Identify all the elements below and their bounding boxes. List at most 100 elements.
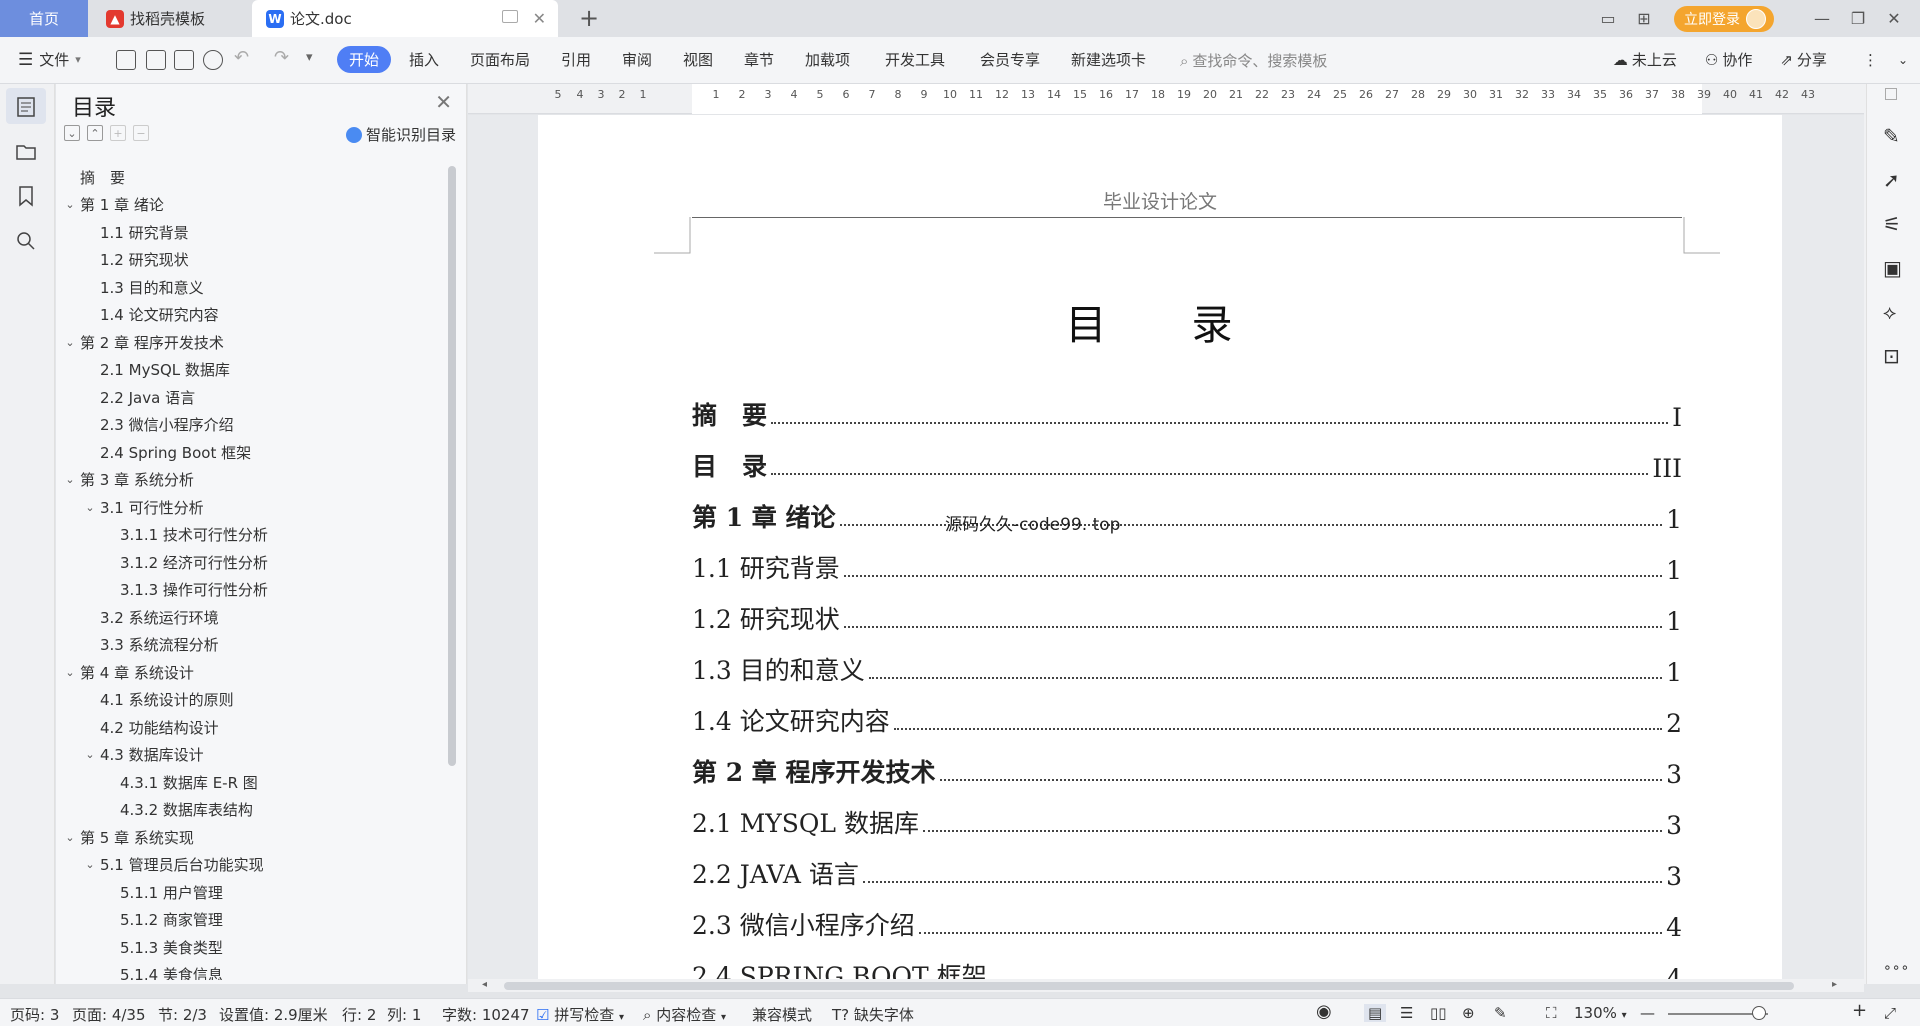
minimize-icon[interactable]: — bbox=[1804, 9, 1840, 28]
image-edit-icon[interactable]: ▣ bbox=[1883, 256, 1905, 280]
toc-entry[interactable]: 目 录 III bbox=[692, 443, 1682, 483]
reading-icon[interactable]: ⊡ bbox=[1883, 344, 1905, 368]
toc-tree-item[interactable]: 4.2 功能结构设计 bbox=[80, 714, 219, 740]
remove-heading-icon[interactable]: − bbox=[133, 125, 149, 141]
collapse-ribbon-icon[interactable]: ⌄ bbox=[1898, 53, 1908, 67]
zoom-in-icon[interactable]: + bbox=[1852, 1000, 1867, 1021]
toc-tree-item[interactable]: 1.3 目的和意义 bbox=[80, 274, 204, 300]
tab-template[interactable]: ▲ 找稻壳模板 bbox=[90, 0, 250, 37]
toc-tree-item[interactable]: 1.4 论文研究内容 bbox=[80, 302, 219, 328]
tab-page-layout[interactable]: 页面布局 bbox=[470, 49, 530, 70]
toc-tree-item[interactable]: 2.3 微信小程序介绍 bbox=[80, 412, 234, 438]
scroll-left-icon[interactable]: ◂ bbox=[482, 979, 487, 990]
toc-tree-item[interactable]: 3.1.1 技术可行性分析 bbox=[100, 522, 268, 548]
print-icon[interactable] bbox=[174, 50, 194, 70]
h-scroll-thumb[interactable] bbox=[504, 982, 1794, 990]
pen-icon[interactable]: ✎ bbox=[1883, 124, 1905, 148]
toc-tree-item[interactable]: ⌄ 4.3 数据库设计 bbox=[80, 742, 203, 768]
toc-entry[interactable]: 1.3 目的和意义 1 bbox=[692, 647, 1682, 687]
toc-tree-item[interactable]: 4.3.2 数据库表结构 bbox=[100, 797, 253, 823]
status-page-code[interactable]: 页码: 3 bbox=[10, 1004, 59, 1025]
toc-entry[interactable]: 2.4 SPRING BOOT 框架 4 bbox=[692, 953, 1682, 979]
close-tab-icon[interactable]: ✕ bbox=[533, 9, 546, 28]
outline-view-icon[interactable]: ☰ bbox=[1400, 1004, 1413, 1022]
bookmark-icon[interactable] bbox=[15, 185, 37, 207]
toc-tree-item[interactable]: 1.2 研究现状 bbox=[80, 247, 189, 273]
fullscreen-icon[interactable]: ⤢ bbox=[1884, 1004, 1896, 1022]
toc-tree-item[interactable]: 4.3.1 数据库 E-R 图 bbox=[100, 769, 258, 795]
chevron-down-icon[interactable]: ⌄ bbox=[60, 666, 80, 679]
toc-tree-item[interactable]: ⌄ 第 3 章 系统分析 bbox=[60, 467, 193, 493]
toc-tree-item[interactable]: 1.1 研究背景 bbox=[80, 219, 189, 245]
tab-document[interactable]: W 论文.doc ✕ bbox=[252, 0, 558, 37]
smart-toc-button[interactable]: 智能识别目录 bbox=[345, 124, 456, 145]
toc-tree-item[interactable]: 2.4 Spring Boot 框架 bbox=[80, 439, 251, 465]
write-view-icon[interactable]: ✎ bbox=[1494, 1004, 1507, 1022]
toc-entry[interactable]: 1.2 研究现状 1 bbox=[692, 596, 1682, 636]
ai-assistant-icon[interactable]: ⟡ bbox=[1883, 300, 1905, 324]
toc-tree-item[interactable]: 3.2 系统运行环境 bbox=[80, 604, 219, 630]
content-check-button[interactable]: ⌕ 内容检查 ▾ bbox=[643, 1004, 726, 1025]
sliders-icon[interactable]: ⚟ bbox=[1883, 212, 1905, 236]
status-page[interactable]: 页面: 4/35 bbox=[72, 1004, 146, 1025]
spell-check-button[interactable]: ☑ 拼写检查 ▾ bbox=[536, 1004, 624, 1025]
collapse-all-icon[interactable]: ⌃ bbox=[87, 125, 103, 141]
zoom-out-icon[interactable]: — bbox=[1640, 1004, 1655, 1022]
missing-font-button[interactable]: T? 缺失字体 bbox=[832, 1004, 914, 1025]
toc-tree-item[interactable]: ⌄ 3.1 可行性分析 bbox=[80, 494, 203, 520]
horizontal-ruler[interactable]: 5 4 3 2 1 1 2 3 4 5 6 7 8 9 10 11 12 13 14 15 16 17 18 19 20 21 22… bbox=[468, 84, 1864, 114]
tab-insert[interactable]: 插入 bbox=[409, 49, 439, 70]
fit-page-icon[interactable]: ⛶ bbox=[1546, 1004, 1557, 1022]
toc-entry[interactable]: 1.1 研究背景 1 bbox=[692, 545, 1682, 585]
toc-tree-item[interactable]: ⌄ 第 4 章 系统设计 bbox=[60, 659, 193, 685]
toc-tree-item[interactable]: 5.1.2 商家管理 bbox=[100, 907, 223, 933]
toc-tree-item[interactable]: ⌄ 第 2 章 程序开发技术 bbox=[60, 329, 223, 355]
tab-addins[interactable]: 加载项 bbox=[805, 49, 850, 70]
toc-tree-item[interactable]: ⌄ 5.1 管理员后台功能实现 bbox=[80, 852, 263, 878]
cursor-icon[interactable]: ➚ bbox=[1883, 168, 1905, 192]
toc-tree-item[interactable]: 3.1.2 经济可行性分析 bbox=[100, 549, 268, 575]
save-icon[interactable] bbox=[116, 50, 136, 70]
toc-entry[interactable]: 摘 要I bbox=[692, 392, 1682, 432]
zoom-level[interactable]: 130% ▾ bbox=[1574, 1004, 1627, 1022]
status-row[interactable]: 行: 2 bbox=[342, 1004, 376, 1025]
eye-protect-icon[interactable]: ◉ bbox=[1316, 1001, 1332, 1022]
page-view-icon[interactable]: ▤ bbox=[1364, 1004, 1387, 1022]
toc-tree-item[interactable]: ⌄ 第 1 章 绪论 bbox=[60, 192, 163, 218]
share-button[interactable]: ⇗ 分享 bbox=[1780, 49, 1841, 70]
tab-home-ribbon[interactable]: 开始 bbox=[337, 46, 392, 73]
toc-entry[interactable]: 2.3 微信小程序介绍 4 bbox=[692, 902, 1682, 942]
toc-entry[interactable]: 2.1 MYSQL 数据库 3 bbox=[692, 800, 1682, 840]
toc-tree-item[interactable]: 2.2 Java 语言 bbox=[80, 384, 195, 410]
read-view-icon[interactable]: ▯▯ bbox=[1430, 1004, 1447, 1022]
document-page[interactable]: 毕业设计论文 目 录 摘 要I目 录 III 第 1 章 绪论 1 1.1 研究背景 1 1… bbox=[538, 115, 1782, 979]
toc-tree-item[interactable]: 5.1.4 美食信息 bbox=[100, 962, 223, 980]
search-icon[interactable] bbox=[15, 230, 37, 252]
toc-tree-item[interactable]: 5.1.3 美食类型 bbox=[100, 934, 223, 960]
tab-new[interactable]: 新建选项卡 bbox=[1071, 49, 1146, 70]
tab-developer[interactable]: 开发工具 bbox=[885, 49, 945, 70]
redo-icon[interactable]: ↷ bbox=[274, 47, 289, 68]
status-setting[interactable]: 设置值: 2.9厘米 bbox=[219, 1004, 328, 1025]
more-icon[interactable]: ∘∘∘ bbox=[1883, 960, 1909, 982]
add-heading-icon[interactable]: + bbox=[110, 125, 126, 141]
status-words[interactable]: 字数: 10247 bbox=[442, 1004, 530, 1025]
new-tab-button[interactable]: + bbox=[574, 4, 604, 32]
chevron-down-icon[interactable]: ⌄ bbox=[60, 473, 80, 486]
toc-entry[interactable]: 1.4 论文研究内容 2 bbox=[692, 698, 1682, 738]
print-preview-icon[interactable] bbox=[203, 50, 223, 70]
tab-references[interactable]: 引用 bbox=[561, 49, 591, 70]
login-button[interactable]: 立即登录 bbox=[1674, 5, 1774, 32]
restore-icon[interactable]: ❐ bbox=[1840, 9, 1876, 28]
tab-member[interactable]: 会员专享 bbox=[980, 49, 1040, 70]
close-window-icon[interactable]: ✕ bbox=[1876, 9, 1912, 28]
close-panel-icon[interactable]: ✕ bbox=[435, 90, 452, 114]
toc-tree-item[interactable]: 3.1.3 操作可行性分析 bbox=[100, 577, 268, 603]
export-pdf-icon[interactable] bbox=[146, 50, 166, 70]
chevron-down-icon[interactable]: ⌄ bbox=[60, 198, 80, 211]
undo-icon[interactable]: ↶ bbox=[234, 47, 249, 68]
horizontal-scrollbar[interactable]: ◂ ▸ bbox=[468, 979, 1864, 992]
collab-button[interactable]: ⚇ 协作 bbox=[1705, 49, 1766, 70]
toc-tree-item[interactable]: 2.1 MySQL 数据库 bbox=[80, 357, 230, 383]
tab-view[interactable]: 视图 bbox=[683, 49, 713, 70]
